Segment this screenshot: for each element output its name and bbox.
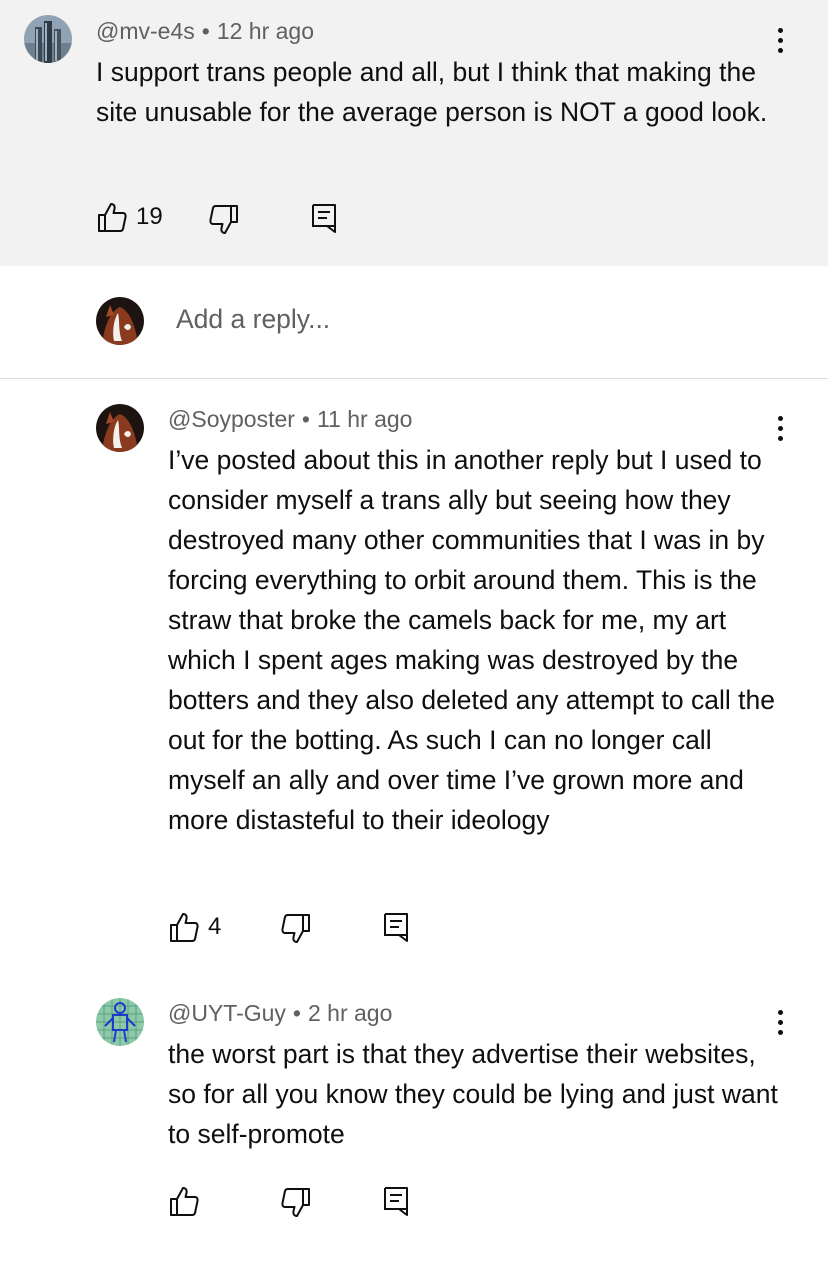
thumbs-down-icon: [281, 914, 310, 943]
dislike-button[interactable]: [208, 203, 240, 237]
city-towers-avatar-icon[interactable]: [24, 15, 72, 63]
soyposter-avatar-icon[interactable]: [96, 404, 144, 452]
thumbs-down-icon: [281, 1188, 310, 1217]
reply-handle[interactable]: @UYT-Guy: [168, 1000, 286, 1026]
reply-text: the worst part is that they advertise th…: [168, 1039, 778, 1149]
reply-handle[interactable]: @Soyposter: [168, 406, 295, 432]
comment-meta: @mv-e4s • 12 hr ago: [96, 18, 314, 45]
reply-button[interactable]: [310, 202, 338, 234]
dislike-button[interactable]: [280, 912, 312, 946]
add-reply-input[interactable]: Add a reply...: [176, 304, 330, 335]
meta-separator: •: [301, 406, 310, 432]
user-avatar-icon[interactable]: [96, 297, 144, 345]
like-button[interactable]: 4: [168, 910, 221, 944]
dislike-button[interactable]: [280, 1186, 312, 1220]
like-button[interactable]: 19: [96, 200, 163, 234]
reply-comment-icon: [384, 1187, 408, 1216]
meta-separator: •: [201, 18, 210, 44]
like-count: 4: [208, 913, 222, 940]
reply-time: 2 hr ago: [307, 1000, 393, 1026]
thumbs-up-icon: [98, 203, 127, 232]
reply-button[interactable]: [382, 1185, 410, 1217]
comment-handle[interactable]: @mv-e4s: [96, 18, 195, 44]
reply-button[interactable]: [382, 911, 410, 943]
reply-meta: @Soyposter • 11 hr ago: [168, 406, 412, 433]
reply-text: I’ve posted about this in another reply …: [168, 445, 775, 835]
comment-text: I support trans people and all, but I th…: [96, 57, 768, 127]
comment-time: 12 hr ago: [216, 18, 315, 44]
uyt-guy-avatar-icon[interactable]: [96, 998, 144, 1046]
meta-separator: •: [292, 1000, 301, 1026]
add-reply-bar: Add a reply...: [0, 266, 828, 379]
reply-time: 11 hr ago: [316, 406, 413, 432]
thumbs-up-icon: [170, 913, 199, 942]
reply-meta: @UYT-Guy • 2 hr ago: [168, 1000, 392, 1027]
like-button[interactable]: [168, 1184, 208, 1218]
thumbs-up-icon: [170, 1187, 199, 1216]
like-count: 19: [136, 203, 163, 230]
reply-comment-icon: [312, 204, 336, 233]
thumbs-down-icon: [209, 205, 238, 234]
reply-comment-icon: [384, 913, 408, 942]
top-comment: @mv-e4s • 12 hr ago I support trans people…: [0, 0, 828, 266]
